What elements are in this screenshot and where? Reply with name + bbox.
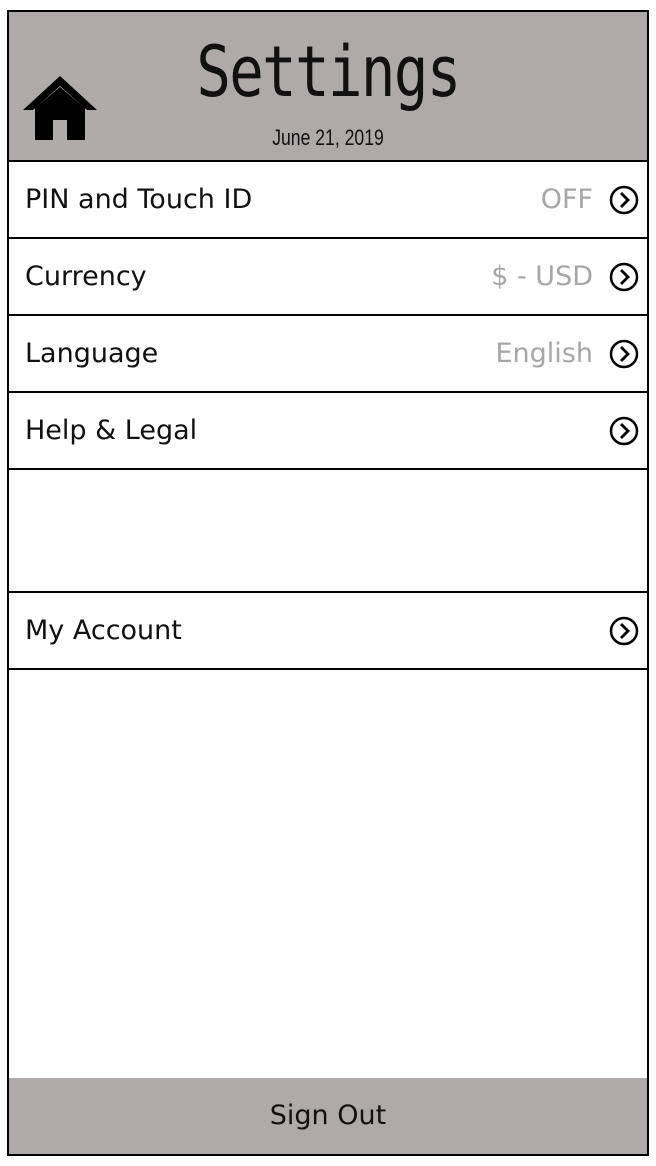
settings-row-label: My Account	[25, 615, 182, 646]
settings-spacer	[9, 470, 647, 593]
settings-row-my-account[interactable]: My Account	[9, 593, 647, 670]
settings-row-label: Currency	[25, 261, 147, 292]
settings-row-currency[interactable]: Currency $ - USD	[9, 239, 647, 316]
sign-out-button[interactable]: Sign Out	[9, 1078, 647, 1154]
chevron-right-circle-icon[interactable]	[609, 616, 639, 646]
settings-row-label: Language	[25, 338, 159, 369]
page-title: Settings	[196, 31, 461, 113]
settings-row-value: English	[495, 338, 594, 369]
phone-frame: Settings June 21, 2019 PIN and Touch ID …	[7, 10, 649, 1156]
settings-row-label: PIN and Touch ID	[25, 184, 253, 215]
chevron-right-circle-icon[interactable]	[609, 416, 639, 446]
settings-row-help-legal[interactable]: Help & Legal	[9, 393, 647, 470]
chevron-right-circle-icon[interactable]	[609, 339, 639, 369]
settings-row-value: OFF	[540, 184, 593, 215]
chevron-right-circle-icon[interactable]	[609, 262, 639, 292]
settings-row-value: $ - USD	[491, 261, 593, 292]
chevron-right-circle-icon[interactable]	[609, 185, 639, 215]
settings-row-pin-touch-id[interactable]: PIN and Touch ID OFF	[9, 162, 647, 239]
settings-row-language[interactable]: Language English	[9, 316, 647, 393]
settings-row-label: Help & Legal	[25, 415, 198, 446]
header-bar: Settings June 21, 2019	[9, 12, 647, 162]
page-date: June 21, 2019	[272, 125, 384, 150]
